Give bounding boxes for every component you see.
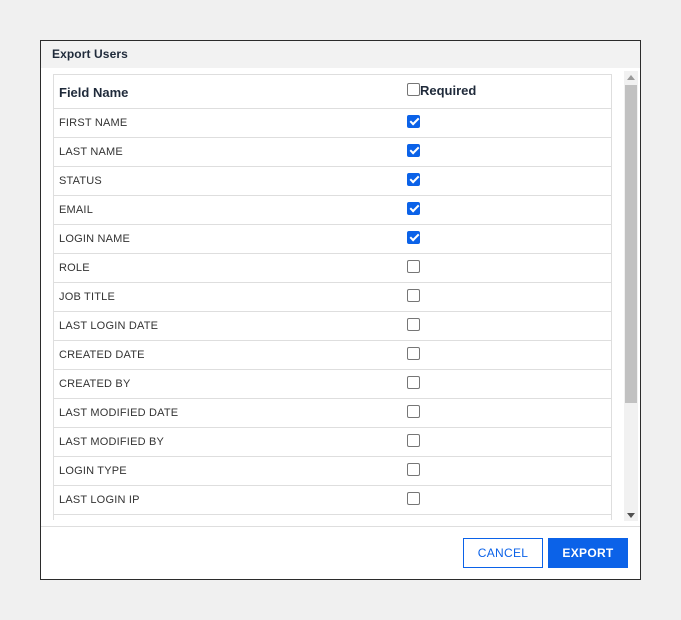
checkbox-icon[interactable] bbox=[407, 404, 420, 418]
table-row: LAST LOGIN IP bbox=[54, 485, 611, 515]
field-name-cell: LAST MODIFIED DATE bbox=[54, 398, 401, 428]
field-name-cell: ROLE bbox=[54, 253, 401, 283]
table-row: ROLE bbox=[54, 253, 611, 283]
required-select-all-checkbox[interactable] bbox=[407, 83, 420, 97]
required-header: Required bbox=[401, 75, 611, 109]
table-row: FIRST NAME bbox=[54, 108, 611, 138]
checkbox-icon[interactable] bbox=[407, 317, 420, 331]
required-cell bbox=[401, 311, 611, 341]
export-users-dialog: Export Users Field Name Required FIRST N… bbox=[40, 40, 641, 580]
fields-table: Field Name Required FIRST NAME LAST NAME S… bbox=[54, 75, 611, 515]
chevron-up-icon[interactable] bbox=[624, 71, 638, 83]
checkbox-icon[interactable] bbox=[407, 288, 420, 302]
table-row: LAST MODIFIED DATE bbox=[54, 398, 611, 428]
footer-divider bbox=[41, 526, 640, 527]
checkbox-icon[interactable] bbox=[407, 172, 420, 186]
field-name-cell: LAST NAME bbox=[54, 137, 401, 167]
field-name-cell: CREATED DATE bbox=[54, 340, 401, 370]
checkbox-icon[interactable] bbox=[407, 462, 420, 476]
export-button[interactable]: EXPORT bbox=[548, 538, 628, 568]
table-row: EMAIL bbox=[54, 195, 611, 225]
checkbox-icon[interactable] bbox=[407, 346, 420, 360]
field-name-cell: LOGIN NAME bbox=[54, 224, 401, 254]
fields-table-container: Field Name Required FIRST NAME LAST NAME S… bbox=[53, 74, 612, 520]
required-cell bbox=[401, 224, 611, 254]
field-name-cell: JOB TITLE bbox=[54, 282, 401, 312]
scrollbar-thumb[interactable] bbox=[625, 85, 637, 403]
table-row: JOB TITLE bbox=[54, 282, 611, 312]
checkbox-icon[interactable] bbox=[407, 375, 420, 389]
required-cell bbox=[401, 340, 611, 370]
checkbox-icon[interactable] bbox=[407, 259, 420, 273]
required-header-label: Required bbox=[420, 83, 477, 99]
field-name-cell: LAST LOGIN DATE bbox=[54, 311, 401, 341]
chevron-down-icon[interactable] bbox=[624, 509, 638, 521]
checkbox-icon[interactable] bbox=[407, 114, 420, 128]
table-row: LAST MODIFIED BY bbox=[54, 427, 611, 457]
checkbox-icon[interactable] bbox=[407, 201, 420, 215]
required-cell bbox=[401, 137, 611, 167]
required-cell bbox=[401, 282, 611, 312]
field-name-cell: STATUS bbox=[54, 166, 401, 196]
required-cell bbox=[401, 427, 611, 457]
field-name-cell: FIRST NAME bbox=[54, 108, 401, 138]
table-row: CREATED BY bbox=[54, 369, 611, 399]
required-cell bbox=[401, 166, 611, 196]
table-row: LAST LOGIN DATE bbox=[54, 311, 611, 341]
field-name-cell: EMAIL bbox=[54, 195, 401, 225]
required-cell bbox=[401, 485, 611, 515]
field-name-header: Field Name bbox=[54, 75, 401, 109]
dialog-header: Export Users bbox=[41, 41, 640, 68]
field-name-cell: CREATED BY bbox=[54, 369, 401, 399]
required-cell bbox=[401, 195, 611, 225]
cancel-button[interactable]: CANCEL bbox=[463, 538, 543, 568]
table-row: LOGIN NAME bbox=[54, 224, 611, 254]
dialog-title: Export Users bbox=[52, 47, 128, 61]
required-cell bbox=[401, 108, 611, 138]
checkbox-icon[interactable] bbox=[407, 230, 420, 244]
checkbox-icon[interactable] bbox=[407, 143, 420, 157]
table-header-row: Field Name Required bbox=[54, 75, 611, 109]
checkbox-icon[interactable] bbox=[407, 491, 420, 505]
field-name-cell: LAST MODIFIED BY bbox=[54, 427, 401, 457]
table-scrollbar[interactable] bbox=[624, 71, 638, 521]
field-name-cell: LAST LOGIN IP bbox=[54, 485, 401, 515]
table-row: STATUS bbox=[54, 166, 611, 196]
table-row: LAST NAME bbox=[54, 137, 611, 167]
checkbox-icon[interactable] bbox=[407, 433, 420, 447]
required-cell bbox=[401, 253, 611, 283]
required-cell bbox=[401, 398, 611, 428]
table-row: LOGIN TYPE bbox=[54, 456, 611, 486]
field-name-cell: LOGIN TYPE bbox=[54, 456, 401, 486]
table-row: CREATED DATE bbox=[54, 340, 611, 370]
required-cell bbox=[401, 456, 611, 486]
required-cell bbox=[401, 369, 611, 399]
